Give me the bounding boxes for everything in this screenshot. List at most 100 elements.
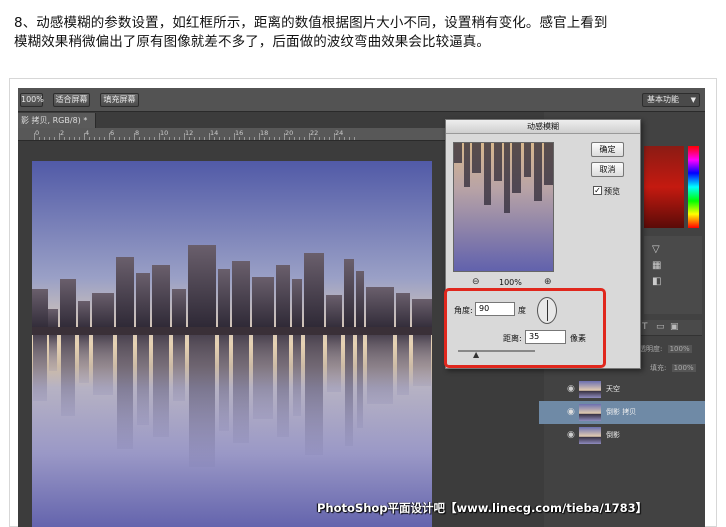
fit-screen-button[interactable]: 适合屏幕 — [53, 93, 90, 107]
building — [218, 269, 230, 333]
ruler-label: 4 — [85, 129, 90, 137]
layer-row-sky[interactable]: ◉ 天空 — [539, 378, 705, 401]
layer-thumbnail — [579, 427, 601, 444]
ruler-tick — [249, 137, 250, 140]
preview-label: 预览 — [604, 187, 620, 196]
ruler-label: 10 — [160, 129, 169, 137]
building — [356, 271, 364, 333]
shape-layer-icon[interactable]: ▭ — [656, 322, 665, 332]
ruler-label: 18 — [260, 129, 269, 137]
preview-streak — [544, 143, 553, 185]
building — [152, 265, 170, 333]
opacity-value[interactable]: 100% — [667, 345, 692, 353]
eye-icon[interactable]: ◉ — [567, 378, 575, 401]
ruler-tick — [134, 133, 135, 140]
ruler-tick — [259, 133, 260, 140]
layer-name: 天空 — [606, 385, 620, 393]
ruler-label: 0 — [35, 129, 40, 137]
ruler-tick — [264, 137, 265, 140]
ruler-tick — [344, 137, 345, 140]
checkbox-icon[interactable]: ✓ — [593, 186, 602, 195]
text-layer-icon[interactable]: T — [642, 322, 648, 332]
ok-button[interactable]: 确定 — [591, 142, 624, 157]
ruler-tick — [314, 137, 315, 140]
ruler-tick — [64, 137, 65, 140]
ruler-tick — [104, 137, 105, 140]
eye-icon[interactable]: ◉ — [567, 401, 575, 424]
ruler-tick — [269, 137, 270, 140]
grid-icon[interactable]: ▦ — [652, 260, 661, 271]
preview-streak — [512, 143, 521, 193]
caption-line-2: 模糊效果稍微偏出了原有图像就差不多了，后面做的波纹弯曲效果会比较逼真。 — [14, 34, 490, 50]
ruler-tick — [89, 137, 90, 140]
layer-row-reflection-copy[interactable]: ◉ 倒影 拷贝 — [539, 401, 705, 424]
layer-name: 倒影 — [606, 431, 620, 439]
ruler-tick — [114, 137, 115, 140]
building — [292, 279, 302, 333]
building-reflection — [49, 335, 57, 371]
zoom-level: 100% — [499, 278, 522, 287]
workspace-dropdown[interactable]: 基本功能 ▼ — [642, 93, 700, 107]
cancel-button[interactable]: 取消 — [591, 162, 624, 177]
building — [366, 287, 394, 333]
ruler-tick — [294, 137, 295, 140]
building — [116, 257, 134, 333]
hue-slider[interactable] — [688, 146, 699, 228]
building-reflection — [33, 335, 47, 401]
ruler-tick — [329, 137, 330, 140]
highlight-box — [444, 288, 606, 368]
building-reflection — [357, 335, 363, 428]
ruler-tick — [244, 137, 245, 140]
image-canvas[interactable] — [32, 161, 432, 527]
ruler-tick — [219, 137, 220, 140]
zoom-in-icon[interactable]: ⊕ — [544, 277, 552, 287]
filter-preview[interactable] — [453, 142, 554, 272]
ruler-tick — [304, 137, 305, 140]
building-reflection — [173, 335, 185, 401]
color-picker-field[interactable] — [644, 146, 684, 228]
building-reflection — [413, 335, 431, 386]
building-reflection — [61, 335, 75, 416]
fill-screen-button[interactable]: 填充屏幕 — [100, 93, 139, 107]
layer-row-reflection[interactable]: ◉ 倒影 — [539, 424, 705, 447]
building — [136, 273, 150, 333]
preview-streak — [534, 143, 542, 201]
ruler-tick — [169, 137, 170, 140]
ruler-tick — [84, 133, 85, 140]
ruler-tick — [324, 137, 325, 140]
building — [172, 289, 186, 333]
smart-object-icon[interactable]: ▣ — [670, 322, 679, 332]
document-tab[interactable]: 影 拷贝, RGB/8) * — [18, 113, 96, 128]
building-reflection — [117, 335, 133, 449]
square-icon[interactable]: ◧ — [652, 276, 661, 287]
fill-label: 填充: — [650, 364, 667, 372]
ruler-tick — [279, 137, 280, 140]
building-reflection — [293, 335, 301, 416]
building-reflection — [277, 335, 289, 437]
fill-value[interactable]: 100% — [671, 364, 696, 372]
ruler-label: 6 — [110, 129, 115, 137]
building-reflection — [253, 335, 273, 419]
triangle-icon[interactable]: ▽ — [652, 244, 660, 255]
zoom-out-icon[interactable]: ⊖ — [472, 277, 480, 287]
ruler-tick — [109, 133, 110, 140]
building-reflection — [137, 335, 149, 425]
ruler-tick — [174, 137, 175, 140]
zoom-100-button[interactable]: 100% — [20, 93, 44, 107]
caption-line-1: 8、动感模糊的参数设置，如红框所示，距离的数值根据图片大小不同，设置稍有变化。感… — [14, 15, 608, 31]
ruler-tick — [144, 137, 145, 140]
preview-streak — [504, 143, 510, 213]
eye-icon[interactable]: ◉ — [567, 424, 575, 447]
watermark: PhotoShop平面设计吧【www.linecg.com/tieba/1783… — [317, 501, 648, 515]
building-reflection — [189, 335, 215, 467]
preview-streak — [494, 143, 502, 181]
building-reflection — [397, 335, 409, 395]
ruler-tick — [74, 137, 75, 140]
ruler-tick — [214, 137, 215, 140]
layer-thumbnail — [579, 404, 601, 421]
building — [344, 259, 354, 333]
ruler-tick — [129, 137, 130, 140]
ruler-tick — [284, 133, 285, 140]
ruler-tick — [274, 137, 275, 140]
building-reflection — [153, 335, 169, 437]
